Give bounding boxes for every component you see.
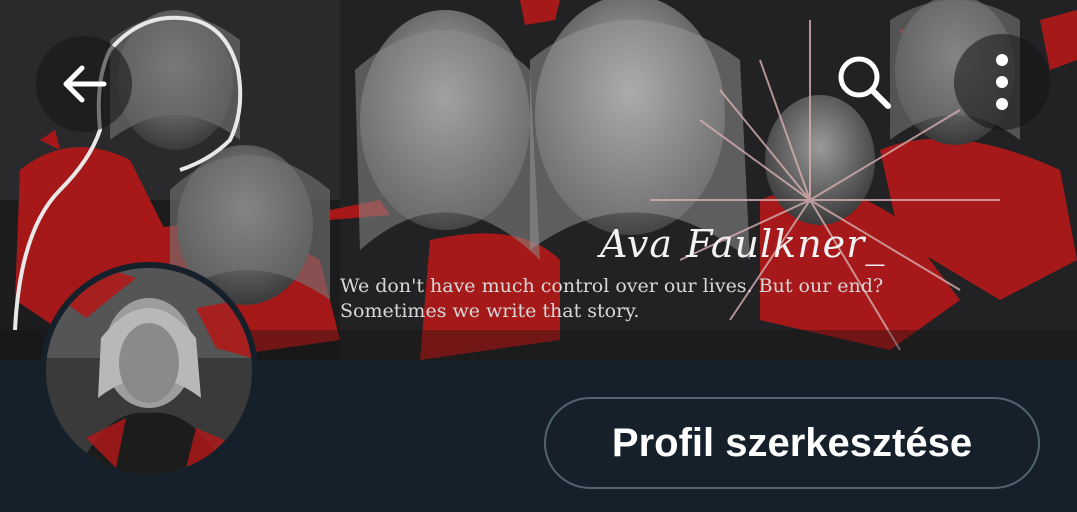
more-vertical-icon: [996, 54, 1008, 110]
back-button[interactable]: [36, 36, 132, 132]
avatar[interactable]: [40, 262, 258, 480]
banner-signature-text: Ava Faulkner_: [600, 222, 886, 266]
avatar-image: [46, 268, 252, 474]
avatar-portrait: [46, 268, 252, 474]
banner-quote: We don't have much control over our live…: [340, 274, 883, 324]
search-icon: [838, 56, 891, 109]
profile-screen: Ava Faulkner_ We don't have much control…: [0, 0, 1077, 512]
more-options-button[interactable]: [954, 34, 1050, 130]
search-button[interactable]: [816, 34, 912, 130]
banner-quote-line-1: We don't have much control over our live…: [340, 275, 884, 297]
banner-quote-line-2: Sometimes we write that story.: [340, 300, 640, 322]
edit-profile-button[interactable]: Profil szerkesztése: [544, 397, 1040, 489]
arrow-left-icon: [63, 65, 107, 103]
